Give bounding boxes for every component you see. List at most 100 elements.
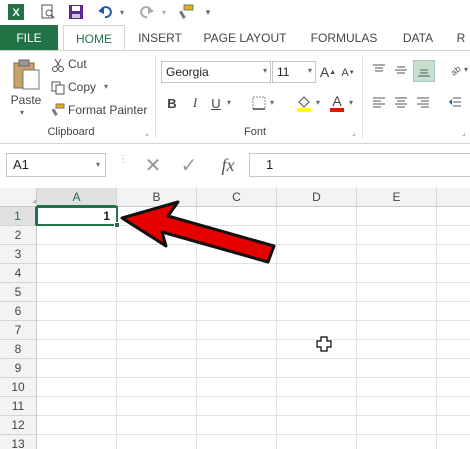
column-header-e[interactable]: E — [357, 188, 437, 207]
row-header-5[interactable]: 5 — [0, 283, 37, 302]
font-launcher-icon[interactable]: ⌟ — [352, 129, 360, 137]
paste-icon[interactable] — [10, 57, 42, 91]
chevron-down-icon: ▾ — [307, 66, 312, 75]
font-color-icon[interactable]: A — [328, 93, 346, 113]
copy-dropdown-icon[interactable]: ▾ — [104, 82, 108, 91]
font-size-value: 11 — [277, 65, 290, 79]
quick-access-toolbar: X ▾ ▾ ▾ — [0, 0, 470, 25]
name-box-value: A1 — [13, 157, 29, 172]
shrink-font-button[interactable]: A ▼ — [340, 64, 356, 82]
row-header-8[interactable]: 8 — [0, 340, 37, 359]
customize-qat-icon[interactable]: ▾ — [202, 2, 214, 22]
column-header-f-partial[interactable] — [437, 188, 470, 207]
tab-insert[interactable]: INSERT — [132, 25, 188, 51]
row-header-4[interactable]: 4 — [0, 264, 37, 283]
ribbon-home: Paste ▾ Cut Copy ▾ Format Painter Clipbo… — [0, 51, 470, 144]
tab-home[interactable]: HOME — [63, 25, 125, 52]
tab-formulas[interactable]: FORMULAS — [304, 25, 384, 51]
formula-input[interactable]: 1 — [249, 153, 470, 177]
undo-dropdown-icon[interactable]: ▾ — [117, 2, 127, 22]
grow-font-icon: A — [319, 64, 330, 80]
row-header-3[interactable]: 3 — [0, 245, 37, 264]
orientation-dropdown-icon[interactable]: ▾ — [464, 65, 468, 74]
decrease-indent-icon[interactable] — [446, 94, 464, 112]
row-header-1[interactable]: 1 — [0, 207, 37, 226]
row-header-11[interactable]: 11 — [0, 397, 37, 416]
row-header-10[interactable]: 10 — [0, 378, 37, 397]
insert-function-icon[interactable]: fx — [213, 153, 243, 177]
gridline — [37, 358, 470, 359]
underline-dropdown-icon[interactable]: ▾ — [227, 98, 231, 107]
print-preview-icon[interactable] — [38, 2, 58, 22]
formula-bar: A1 ▾ ⋮ ✕ ✓ fx 1 — [0, 144, 470, 188]
align-center-icon[interactable] — [392, 94, 410, 112]
gridline — [37, 339, 470, 340]
gridline — [37, 415, 470, 416]
row-header-2[interactable]: 2 — [0, 226, 37, 245]
gridline — [37, 396, 470, 397]
gridline — [37, 301, 470, 302]
format-painter-brush-icon[interactable] — [50, 102, 66, 118]
bottom-align-icon[interactable] — [413, 60, 435, 82]
redo-icon[interactable] — [136, 2, 158, 22]
middle-align-icon[interactable] — [392, 61, 410, 79]
cut-icon[interactable] — [50, 57, 66, 73]
orientation-icon[interactable]: ab — [446, 61, 464, 79]
grow-font-button[interactable]: A ▲ — [320, 63, 336, 81]
format-painter-icon[interactable] — [176, 2, 196, 22]
select-all-corner[interactable] — [0, 188, 37, 207]
svg-text:X: X — [12, 7, 20, 19]
underline-button[interactable]: U — [208, 94, 224, 112]
enter-icon[interactable]: ✓ — [176, 154, 202, 177]
clipboard-group-label: Clipboard — [47, 126, 95, 138]
row-header-13[interactable]: 13 — [0, 435, 37, 449]
font-family-select[interactable]: Georgia ▾ — [161, 61, 271, 83]
copy-icon[interactable] — [50, 80, 66, 96]
alignment-launcher-icon[interactable]: ⌟ — [462, 129, 470, 137]
font-size-select[interactable]: 11 ▾ — [272, 61, 316, 83]
copy-label[interactable]: Copy — [68, 80, 96, 94]
redo-dropdown-icon[interactable]: ▾ — [159, 2, 169, 22]
tab-file[interactable]: FILE — [0, 25, 58, 51]
fill-color-icon[interactable] — [295, 93, 313, 113]
column-header-a[interactable]: A — [37, 188, 117, 207]
row-header-12[interactable]: 12 — [0, 416, 37, 435]
row-header-6[interactable]: 6 — [0, 302, 37, 321]
format-painter-label[interactable]: Format Painter — [68, 103, 147, 117]
undo-icon[interactable] — [94, 2, 116, 22]
excel-logo-icon[interactable]: X — [6, 2, 26, 22]
tab-page-layout[interactable]: PAGE LAYOUT — [196, 25, 294, 51]
gridline — [37, 377, 470, 378]
row-header-7[interactable]: 7 — [0, 321, 37, 340]
font-color-dropdown-icon[interactable]: ▾ — [349, 98, 353, 107]
bold-button[interactable]: B — [164, 94, 180, 112]
gridline — [37, 320, 470, 321]
formula-bar-grip-icon[interactable]: ⋮ — [118, 155, 128, 172]
tab-review-partial[interactable]: R — [452, 25, 470, 51]
cancel-icon[interactable]: ✕ — [140, 154, 166, 177]
font-family-value: Georgia — [166, 65, 209, 79]
cell-a1[interactable]: 1 — [36, 206, 118, 226]
align-right-icon[interactable] — [414, 94, 432, 112]
align-left-icon[interactable] — [370, 94, 388, 112]
clipboard-launcher-icon[interactable]: ⌟ — [145, 129, 153, 137]
gridline — [37, 282, 470, 283]
chevron-down-icon: ▾ — [95, 160, 100, 169]
top-align-icon[interactable] — [370, 61, 388, 79]
paste-dropdown-icon[interactable]: ▾ — [20, 108, 24, 117]
red-arrow-annotation — [120, 200, 276, 264]
group-divider — [362, 56, 363, 138]
font-group-label: Font — [243, 126, 266, 138]
paste-label[interactable]: Paste — [10, 93, 42, 107]
borders-icon[interactable] — [250, 94, 268, 112]
borders-dropdown-icon[interactable]: ▾ — [270, 98, 274, 107]
row-header-9[interactable]: 9 — [0, 359, 37, 378]
italic-button[interactable]: I — [187, 94, 203, 112]
cut-label[interactable]: Cut — [68, 57, 87, 71]
fill-color-dropdown-icon[interactable]: ▾ — [316, 98, 320, 107]
save-icon[interactable] — [66, 2, 86, 22]
tab-data[interactable]: DATA — [394, 25, 442, 51]
name-box[interactable]: A1 ▾ — [6, 153, 106, 177]
column-header-d[interactable]: D — [277, 188, 357, 207]
font-color-swatch — [330, 108, 344, 112]
